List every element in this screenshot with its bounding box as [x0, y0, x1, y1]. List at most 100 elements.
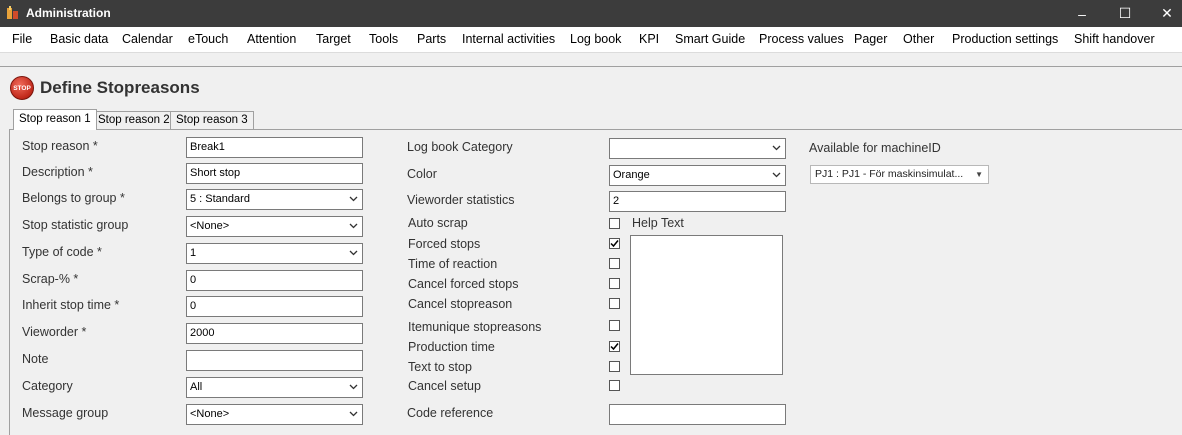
color-label: Color — [407, 167, 437, 181]
menu-parts[interactable]: Parts — [417, 32, 446, 46]
available-for-machine-label: Available for machineID — [809, 141, 941, 155]
message-group-label: Message group — [22, 406, 109, 420]
message-group-value: <None> — [190, 408, 230, 420]
help-text-area[interactable] — [630, 235, 783, 375]
window-title: Administration — [26, 6, 111, 20]
belongs-to-group-select[interactable]: 5 : Standard — [186, 189, 363, 210]
minimize-button[interactable]: – — [1060, 0, 1104, 27]
chevron-down-icon — [349, 223, 358, 229]
note-input[interactable] — [186, 350, 363, 371]
menu-process-values[interactable]: Process values — [759, 32, 844, 46]
cancel-stopreason-checkbox[interactable] — [609, 298, 620, 309]
menu-etouch[interactable]: eTouch — [188, 32, 228, 46]
machine-id-value: PJ1 : PJ1 - För maskinsimulat... — [815, 168, 964, 180]
tab-stop-reason-1[interactable]: Stop reason 1 — [13, 109, 97, 130]
menu-tools[interactable]: Tools — [369, 32, 398, 46]
forced-stops-label: Forced stops — [408, 237, 481, 251]
app-icon — [6, 6, 20, 20]
stop-reason-input[interactable]: Break1 — [186, 137, 363, 158]
menu-file[interactable]: File — [12, 32, 32, 46]
code-reference-label: Code reference — [407, 406, 494, 420]
inherit-stop-time-label: Inherit stop time * — [22, 298, 120, 312]
menu-log-book[interactable]: Log book — [570, 32, 621, 46]
production-time-checkbox[interactable] — [609, 341, 620, 352]
note-label: Note — [22, 352, 49, 366]
category-select[interactable]: All — [186, 377, 363, 398]
stop-statistic-group-select[interactable]: <None> — [186, 216, 363, 237]
code-reference-input[interactable] — [609, 404, 786, 425]
machine-id-dropdown[interactable]: PJ1 : PJ1 - För maskinsimulat... ▼ — [810, 165, 989, 184]
checkmark-icon — [610, 343, 619, 351]
chevron-down-icon — [772, 172, 781, 178]
message-group-select[interactable]: <None> — [186, 404, 363, 425]
cancel-setup-checkbox[interactable] — [609, 380, 620, 391]
chevron-down-icon — [349, 384, 358, 390]
menu-pager[interactable]: Pager — [854, 32, 887, 46]
menu-internal-activities[interactable]: Internal activities — [462, 32, 555, 46]
cancel-stopreason-label: Cancel stopreason — [408, 297, 513, 311]
menu-shift-handover[interactable]: Shift handover — [1074, 32, 1155, 46]
chevron-down-icon — [349, 196, 358, 202]
tab-panel — [9, 129, 1182, 435]
close-button[interactable]: ✕ — [1145, 0, 1182, 27]
vieworder-statistics-label: Vieworder statistics — [407, 193, 515, 207]
scrap-pct-input[interactable]: 0 — [186, 270, 363, 291]
forced-stops-checkbox[interactable] — [609, 238, 620, 249]
title-bar — [0, 0, 1182, 27]
menu-target[interactable]: Target — [316, 32, 351, 46]
chevron-down-icon — [772, 145, 781, 151]
menu-kpi[interactable]: KPI — [639, 32, 659, 46]
color-select[interactable]: Orange — [609, 165, 786, 186]
chevron-down-icon — [349, 411, 358, 417]
itemunique-stopreasons-checkbox[interactable] — [609, 320, 620, 331]
type-of-code-select[interactable]: 1 — [186, 243, 363, 264]
text-to-stop-checkbox[interactable] — [609, 361, 620, 372]
caret-down-icon: ▼ — [975, 170, 983, 179]
tab-stop-reason-3[interactable]: Stop reason 3 — [170, 111, 254, 130]
log-book-category-select[interactable] — [609, 138, 786, 159]
stop-statistic-group-label: Stop statistic group — [22, 218, 129, 232]
vieworder-input[interactable]: 2000 — [186, 323, 363, 344]
menu-other[interactable]: Other — [903, 32, 934, 46]
stop-reason-label: Stop reason * — [22, 139, 98, 153]
help-text-label: Help Text — [632, 216, 684, 230]
menu-calendar[interactable]: Calendar — [122, 32, 173, 46]
belongs-to-group-value: 5 : Standard — [190, 193, 250, 205]
cancel-forced-stops-checkbox[interactable] — [609, 278, 620, 289]
cancel-forced-stops-label: Cancel forced stops — [408, 277, 519, 291]
page-title: Define Stopreasons — [40, 78, 200, 97]
log-book-category-label: Log book Category — [407, 140, 513, 154]
stop-statistic-group-value: <None> — [190, 220, 230, 232]
checkmark-icon — [610, 240, 619, 248]
toolstrip — [0, 53, 1182, 67]
time-of-reaction-label: Time of reaction — [408, 257, 498, 271]
category-value: All — [190, 381, 203, 393]
menu-bar: File Basic data Calendar eTouch Attentio… — [0, 27, 1182, 53]
vieworder-statistics-input[interactable]: 2 — [609, 191, 786, 212]
menu-basic-data[interactable]: Basic data — [50, 32, 108, 46]
menu-smart-guide[interactable]: Smart Guide — [675, 32, 745, 46]
production-time-label: Production time — [408, 340, 495, 354]
inherit-stop-time-input[interactable]: 0 — [186, 296, 363, 317]
itemunique-stopreasons-label: Itemunique stopreasons — [408, 320, 542, 334]
text-to-stop-label: Text to stop — [408, 360, 472, 374]
time-of-reaction-checkbox[interactable] — [609, 258, 620, 269]
belongs-to-group-label: Belongs to group * — [22, 191, 125, 205]
type-of-code-label: Type of code * — [22, 245, 102, 259]
cancel-setup-label: Cancel setup — [408, 379, 481, 393]
auto-scrap-checkbox[interactable] — [609, 218, 620, 229]
maximize-button[interactable]: ☐ — [1103, 0, 1147, 27]
scrap-pct-label: Scrap-% * — [22, 272, 79, 286]
color-value: Orange — [613, 169, 650, 181]
vieworder-label: Vieworder * — [22, 325, 87, 339]
description-input[interactable]: Short stop — [186, 163, 363, 184]
stop-sign-icon: STOP — [10, 76, 34, 100]
chevron-down-icon — [349, 250, 358, 256]
menu-attention[interactable]: Attention — [247, 32, 296, 46]
category-label: Category — [22, 379, 73, 393]
menu-production-settings[interactable]: Production settings — [952, 32, 1058, 46]
tab-stop-reason-2[interactable]: Stop reason 2 — [92, 111, 176, 130]
type-of-code-value: 1 — [190, 247, 197, 259]
auto-scrap-label: Auto scrap — [408, 216, 468, 230]
description-label: Description * — [22, 165, 93, 179]
